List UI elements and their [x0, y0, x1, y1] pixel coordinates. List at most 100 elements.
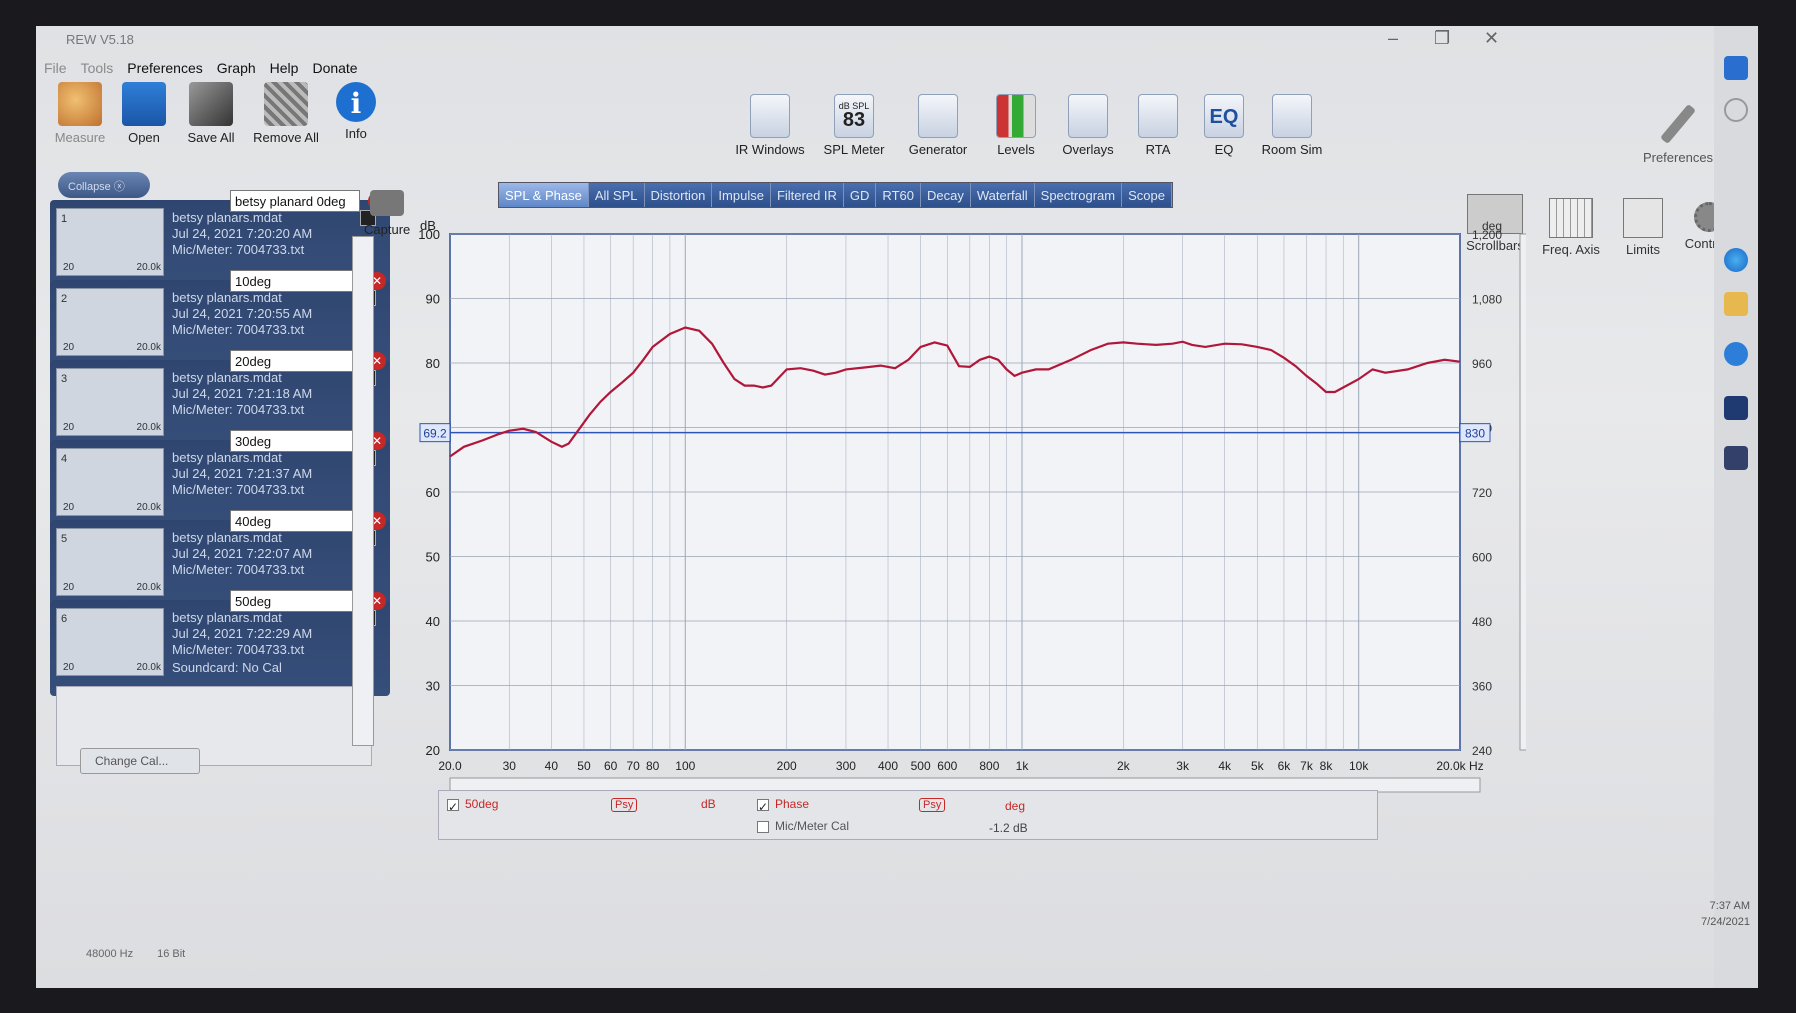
save-all-button[interactable]: Save All: [176, 82, 246, 145]
x-tick-label: 100: [675, 759, 695, 773]
menu-graph[interactable]: Graph: [217, 60, 256, 80]
menu-tools[interactable]: Tools: [81, 60, 114, 80]
windows-icon[interactable]: [1724, 56, 1748, 80]
tab-spectrogram[interactable]: Spectrogram: [1035, 183, 1123, 207]
psy-spl-badge[interactable]: Psy: [611, 797, 638, 812]
legend-mic-cal[interactable]: Mic/Meter Cal: [757, 819, 849, 833]
tab-filtered-ir[interactable]: Filtered IR: [771, 183, 844, 207]
measure-icon: [58, 82, 102, 126]
menu-help[interactable]: Help: [270, 60, 299, 80]
remove-icon: [264, 82, 308, 126]
measurement-name-field[interactable]: 40deg: [230, 510, 360, 532]
tab-distortion[interactable]: Distortion: [645, 183, 713, 207]
x-tick-label: 1k: [1016, 759, 1030, 773]
ir-windows-button[interactable]: IR Windows: [728, 94, 812, 157]
tab-decay[interactable]: Decay: [921, 183, 971, 207]
generator-icon: [918, 94, 958, 138]
measurement-name-field[interactable]: betsy planard 0deg: [230, 190, 360, 212]
x-tick-label: 50: [577, 759, 591, 773]
close-icon[interactable]: ✕: [1484, 28, 1499, 49]
x-tick-label: 8k: [1320, 759, 1334, 773]
y2-tick-label: 240: [1472, 744, 1492, 758]
browser-icon[interactable]: [1724, 342, 1748, 366]
tab-gd[interactable]: GD: [844, 183, 877, 207]
info-button[interactable]: i Info: [328, 82, 384, 141]
maximize-icon[interactable]: ❐: [1434, 28, 1450, 49]
tab-scope[interactable]: Scope: [1122, 183, 1172, 207]
x-tick-label: 7k: [1300, 759, 1314, 773]
spl-meter-button[interactable]: dB SPL 83 SPL Meter: [812, 94, 896, 157]
measurement-name-field[interactable]: 10deg: [230, 270, 360, 292]
chart-svg[interactable]: 2030405060708090100240360480600720840960…: [366, 216, 1535, 816]
tab-spl-phase[interactable]: SPL & Phase: [499, 183, 589, 207]
measurement-name-field[interactable]: 20deg: [230, 350, 360, 372]
room-sim-button[interactable]: Room Sim: [1250, 94, 1334, 157]
phase-checkbox[interactable]: ✓: [757, 798, 769, 814]
x-tick-label: 20.0k Hz: [1436, 759, 1483, 773]
legend-phase[interactable]: ✓ Phase: [757, 797, 809, 814]
freq-axis-icon: [1549, 198, 1593, 238]
legend-bar: ✓ 50deg Psy dB ✓ Phase Psy deg Mic/Meter C…: [438, 790, 1378, 840]
x-tick-label: 3k: [1176, 759, 1190, 773]
x-tick-label: 20.0: [438, 759, 462, 773]
eq-icon: EQ: [1204, 94, 1244, 138]
collapse-button[interactable]: Collapse ⓧ: [58, 172, 150, 198]
spl-phase-chart[interactable]: 2030405060708090100240360480600720840960…: [366, 216, 1535, 816]
spl-checkbox[interactable]: ✓: [447, 798, 459, 814]
measure-button[interactable]: Measure: [50, 82, 110, 145]
measurement-thumbnail: 1 20 20.0k: [56, 208, 164, 276]
x-tick-label: 800: [979, 759, 999, 773]
preferences-button[interactable]: Preferences: [1636, 102, 1720, 165]
tab-rt60[interactable]: RT60: [876, 183, 921, 207]
freq-axis-button[interactable]: Freq. Axis: [1530, 198, 1612, 257]
menu-bar: File Tools Preferences Graph Help Donate: [44, 60, 358, 80]
tab-impulse[interactable]: Impulse: [712, 183, 771, 207]
open-button[interactable]: Open: [114, 82, 174, 145]
x-tick-label: 4k: [1218, 759, 1232, 773]
remove-all-button[interactable]: Remove All: [244, 82, 328, 145]
limits-icon: [1623, 198, 1663, 238]
rew-taskbar-icon[interactable]: [1724, 396, 1748, 420]
x-tick-label: 2k: [1117, 759, 1131, 773]
measurement-name-field[interactable]: 30deg: [230, 430, 360, 452]
info-icon: i: [336, 82, 376, 122]
tab-waterfall[interactable]: Waterfall: [971, 183, 1035, 207]
y2-axis-label: deg: [1482, 219, 1502, 233]
search-icon[interactable]: [1724, 98, 1748, 122]
graph-tabs: SPL & Phase All SPL Distortion Impulse F…: [498, 182, 1173, 208]
x-tick-label: 600: [937, 759, 957, 773]
levels-icon: [996, 94, 1036, 138]
mic-cal-checkbox[interactable]: [757, 820, 769, 833]
y-tick-label: 60: [426, 485, 440, 500]
overlays-icon: [1068, 94, 1108, 138]
system-clock[interactable]: 7:37 AM 7/24/2021: [1701, 898, 1750, 930]
camera-icon: [370, 190, 405, 216]
generator-button[interactable]: Generator: [896, 94, 980, 157]
room-sim-icon: [1272, 94, 1312, 138]
minimize-icon[interactable]: –: [1388, 28, 1398, 49]
edge-icon[interactable]: [1724, 248, 1748, 272]
x-tick-label: 70: [626, 759, 640, 773]
app-taskbar-icon[interactable]: [1724, 446, 1748, 470]
change-cal-button[interactable]: Change Cal...: [80, 748, 200, 774]
file-explorer-icon[interactable]: [1724, 292, 1748, 316]
menu-file[interactable]: File: [44, 60, 67, 80]
menu-preferences[interactable]: Preferences: [127, 60, 202, 80]
y-tick-label: 90: [426, 292, 440, 307]
menu-donate[interactable]: Donate: [312, 60, 357, 80]
measurement-thumbnail: 4 20 20.0k: [56, 448, 164, 516]
measurement-item[interactable]: 6 20 20.0k 50deg ✕ betsy planars.mdat Ju…: [50, 590, 390, 696]
y-tick-label: 40: [426, 614, 440, 629]
psy-phase-badge[interactable]: Psy: [919, 797, 946, 812]
x-tick-label: 400: [878, 759, 898, 773]
ir-windows-icon: [750, 94, 790, 138]
cursor-y2-label: 830: [1465, 427, 1485, 441]
tab-all-spl[interactable]: All SPL: [589, 183, 645, 207]
legend-spl[interactable]: ✓ 50deg: [447, 797, 498, 814]
x-tick-label: 30: [503, 759, 517, 773]
y-tick-label: 50: [426, 550, 440, 565]
title-bar: REW V5.18 – ❐ ✕: [36, 26, 1758, 54]
limits-button[interactable]: Limits: [1612, 198, 1674, 257]
chart-vscrollbar: [1519, 233, 1535, 751]
measurement-name-field[interactable]: 50deg: [230, 590, 360, 612]
